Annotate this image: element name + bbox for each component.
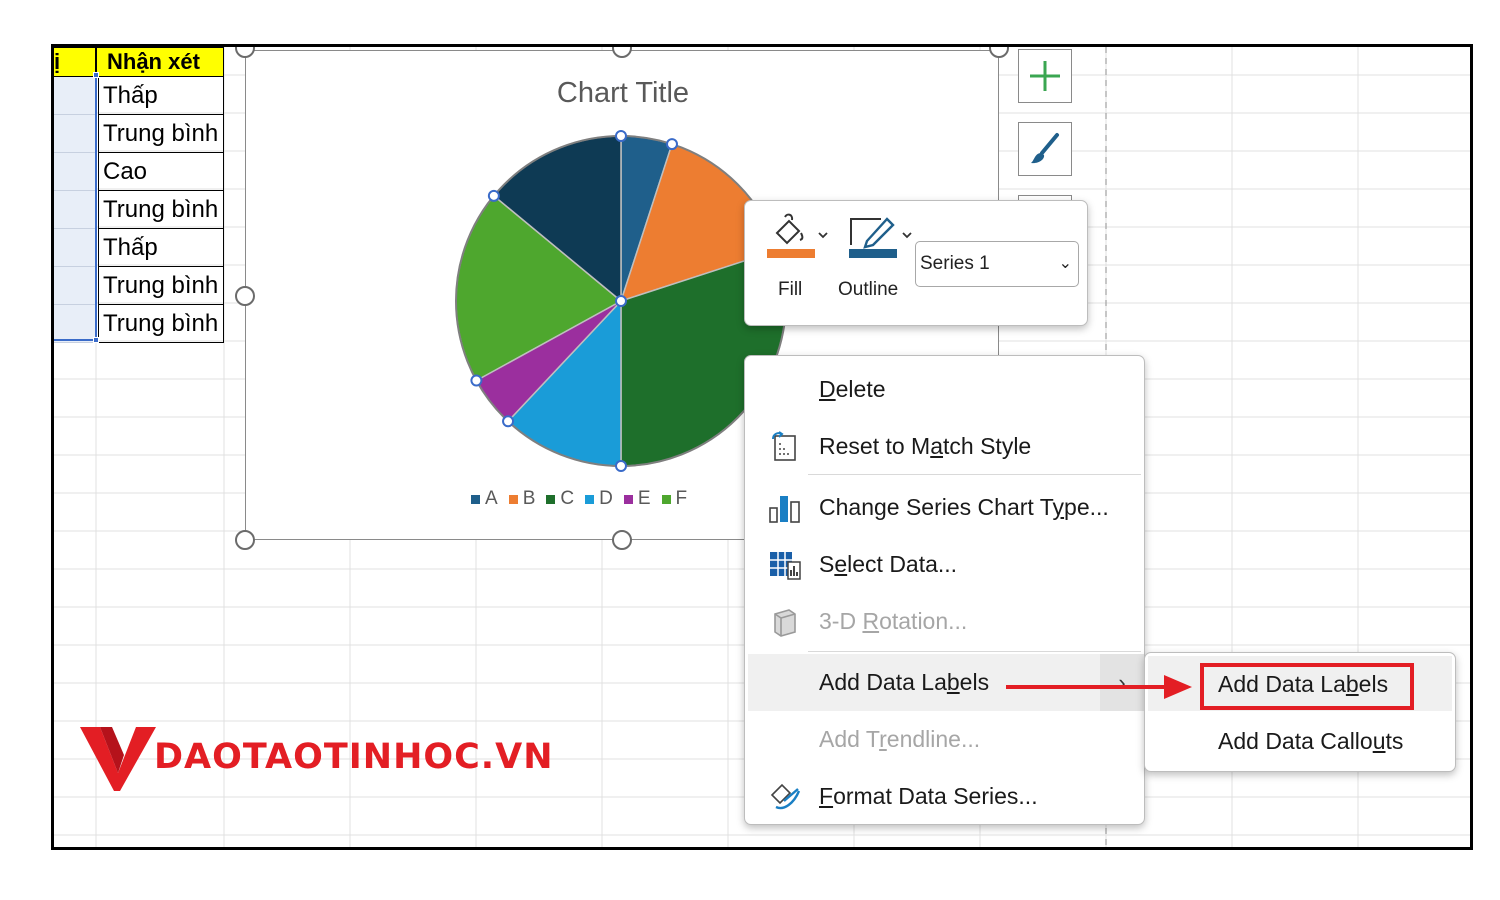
menu-label: Add Trendline... [819, 726, 981, 752]
selection-border-bottom [54, 339, 97, 341]
nhan-xet-cell[interactable]: Thấp [98, 77, 224, 115]
menu-label: Change Series Chart Type... [819, 494, 1109, 520]
chart-styles-button[interactable] [1018, 122, 1072, 176]
logo-text: DAOTAOTINHOC.VN [154, 737, 554, 777]
legend-swatch [471, 494, 480, 504]
legend-item-b[interactable]: B [508, 488, 536, 510]
slice-selection-handle[interactable] [615, 460, 627, 472]
format-mini-toolbar: Fill Outline Series 1 ⌄ [744, 200, 1088, 326]
menu-separator [808, 474, 1141, 475]
nhan-xet-cell[interactable]: Trung bình [98, 115, 224, 153]
menu-item-add-trendline: Add Trendline... [748, 711, 1141, 768]
legend-label: A [485, 488, 498, 509]
slice-selection-handle[interactable] [470, 374, 483, 387]
menu-item-select-data[interactable]: Select Data... [748, 536, 1141, 593]
legend-label: F [675, 488, 688, 509]
menu-separator [808, 651, 1141, 652]
nhan-xet-cell[interactable]: Cao [98, 153, 224, 191]
legend-label: D [599, 488, 613, 509]
series-dropdown[interactable]: Series 1 ⌄ [915, 241, 1079, 287]
menu-label: Add Data Labels [819, 669, 990, 695]
series-value: Series 1 [920, 253, 990, 274]
format-series-icon [768, 780, 802, 814]
header-cell-nhan-xet[interactable]: Nhận xét [96, 47, 224, 77]
pen-outline-icon [849, 217, 912, 258]
nhan-xet-cell[interactable]: Trung bình [98, 191, 224, 229]
brand-logo: DAOTAOTINHOC.VN [78, 725, 553, 797]
reset-style-icon [768, 430, 802, 464]
chart-elements-button[interactable] [1018, 49, 1072, 103]
menu-label: Select Data... [819, 551, 958, 577]
highlight-box [1200, 663, 1414, 710]
selected-cell[interactable] [54, 267, 96, 305]
logo-mark-icon [80, 727, 156, 791]
legend-swatch [623, 494, 633, 504]
submenu-item-add-data-callouts[interactable]: Add Data Callouts [1148, 713, 1452, 768]
selection-handle[interactable] [93, 337, 99, 343]
fill-label: Fill [778, 279, 803, 300]
slice-selection-handle[interactable] [615, 295, 627, 307]
slice-selection-handle[interactable] [615, 130, 627, 142]
menu-item-change-series-chart-type[interactable]: Change Series Chart Type... [748, 479, 1141, 536]
paint-bucket-icon [767, 213, 828, 258]
menu-label: Format Data Series... [819, 783, 1038, 809]
legend-label: B [522, 488, 536, 509]
chart-resize-handle[interactable] [235, 530, 255, 550]
outline-label: Outline [838, 279, 899, 300]
nhan-xet-cell[interactable]: Trung bình [98, 267, 224, 305]
selected-cell[interactable] [54, 229, 96, 267]
selected-cell[interactable] [54, 77, 96, 115]
chevron-down-icon: ⌄ [1058, 255, 1072, 272]
selection-handle[interactable] [93, 72, 99, 78]
legend-item-a[interactable]: A [471, 488, 498, 510]
nhan-xet-cell[interactable]: Trung bình [98, 305, 224, 343]
selected-cell[interactable] [54, 191, 96, 229]
legend-swatch [546, 494, 556, 504]
outline-button[interactable] [847, 211, 913, 263]
selected-cell[interactable] [54, 115, 96, 153]
slice-selection-handle[interactable] [502, 415, 515, 428]
legend-item-f[interactable]: F [661, 488, 688, 510]
menu-label: Add Data Callouts [1218, 728, 1404, 754]
menu-item-reset-to-match-style[interactable]: Reset to Match Style [748, 418, 1141, 475]
selected-cell[interactable] [54, 305, 96, 343]
menu-label: 3-D Rotation... [819, 608, 968, 634]
header-cell-partial[interactable]: ị [54, 47, 96, 77]
screenshot-frame: ị Nhận xét Thấp Trung bình Cao Trung bình Th… [51, 44, 1473, 850]
chart-resize-handle[interactable] [612, 530, 632, 550]
menu-label: Delete [819, 376, 886, 402]
chart-legend[interactable]: A B C D E F [471, 488, 687, 510]
fill-button[interactable] [765, 211, 831, 263]
slice-selection-handle[interactable] [665, 138, 678, 151]
bar-chart-icon [768, 491, 802, 525]
legend-item-c[interactable]: C [546, 488, 574, 510]
menu-label: Reset to Match Style [819, 433, 1032, 459]
plus-icon [1030, 61, 1060, 91]
legend-swatch [661, 494, 671, 504]
legend-item-d[interactable]: D [585, 488, 613, 510]
menu-item-3d-rotation: 3-D Rotation... [748, 593, 1141, 650]
legend-label: E [637, 488, 651, 509]
menu-item-format-data-series[interactable]: Format Data Series... [748, 768, 1141, 825]
chart-resize-handle[interactable] [235, 286, 255, 306]
legend-item-e[interactable]: E [623, 488, 651, 510]
nhan-xet-cell[interactable]: Thấp [98, 229, 224, 267]
legend-swatch [585, 494, 595, 504]
menu-item-delete[interactable]: Delete [748, 361, 1141, 418]
select-data-icon [768, 548, 802, 582]
legend-swatch [508, 494, 518, 504]
paintbrush-icon [1031, 133, 1059, 164]
selection-border [95, 75, 97, 341]
selected-cell[interactable] [54, 153, 96, 191]
context-menu: Delete Reset to Match Style Change Serie… [744, 355, 1145, 825]
slice-selection-handle[interactable] [487, 189, 500, 202]
red-arrow-annotation [1006, 675, 1192, 699]
legend-label: C [560, 488, 575, 509]
cube-icon [768, 605, 802, 639]
